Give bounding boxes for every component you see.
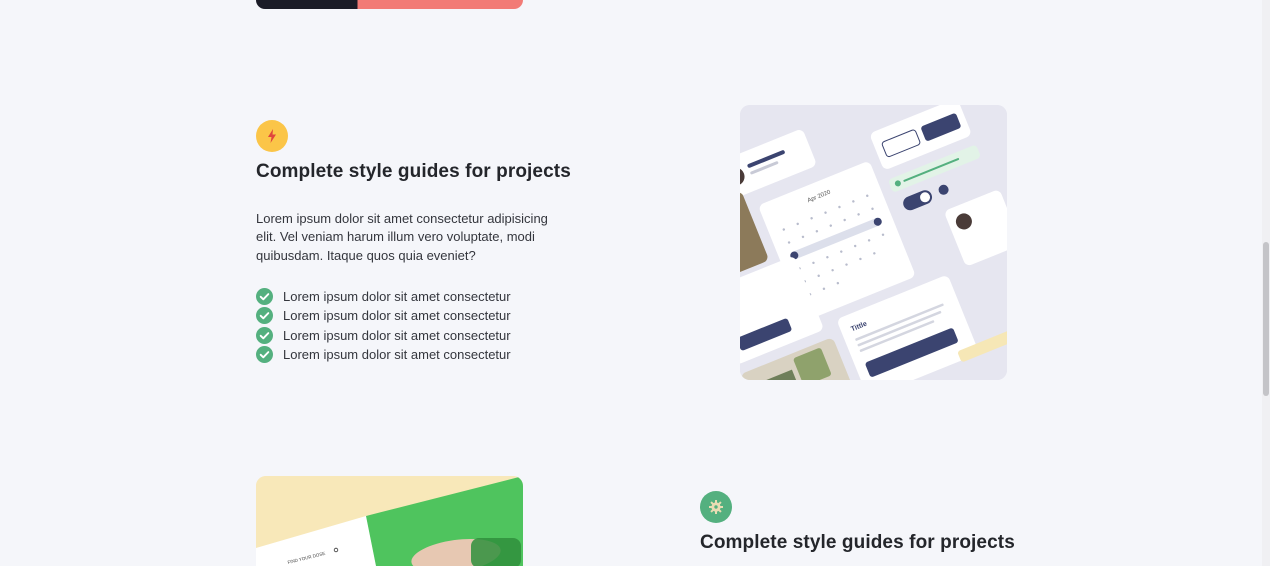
lightning-icon xyxy=(256,120,288,152)
checklist-item: Lorem ipsum dolor sit amet consectetur xyxy=(256,306,511,325)
feature-title: Complete style guides for projects xyxy=(700,532,1015,553)
checklist-item: Lorem ipsum dolor sit amet consectetur xyxy=(256,326,511,345)
checklist-item-label: Lorem ipsum dolor sit amet consectetur xyxy=(283,327,511,343)
top-image xyxy=(256,0,523,9)
checklist-item-label: Lorem ipsum dolor sit amet consectetur xyxy=(283,289,511,305)
feature-description: Lorem ipsum dolor sit amet consectetur a… xyxy=(256,211,548,263)
page-scrollbar[interactable] xyxy=(1262,0,1270,566)
scrollbar-thumb[interactable] xyxy=(1263,242,1269,396)
feature-checklist: Lorem ipsum dolor sit amet consectetur L… xyxy=(256,287,511,364)
check-circle-icon xyxy=(256,307,273,325)
feature-title: Complete style guides for projects xyxy=(256,161,571,182)
juice-bottle-image: FIND YOUR DOSE xyxy=(256,476,523,566)
check-circle-icon xyxy=(256,346,273,364)
check-circle-icon xyxy=(256,288,273,306)
checklist-item-label: Lorem ipsum dolor sit amet consectetur xyxy=(283,347,511,363)
checklist-item: Lorem ipsum dolor sit amet consectetur xyxy=(256,287,511,306)
checklist-item-label: Lorem ipsum dolor sit amet consectetur xyxy=(283,308,511,324)
checklist-item: Lorem ipsum dolor sit amet consectetur xyxy=(256,345,511,364)
gear-icon xyxy=(700,491,732,523)
check-circle-icon xyxy=(256,326,273,344)
ui-kit-mockup-image: Apr 2020 Tittle xyxy=(740,105,1007,380)
